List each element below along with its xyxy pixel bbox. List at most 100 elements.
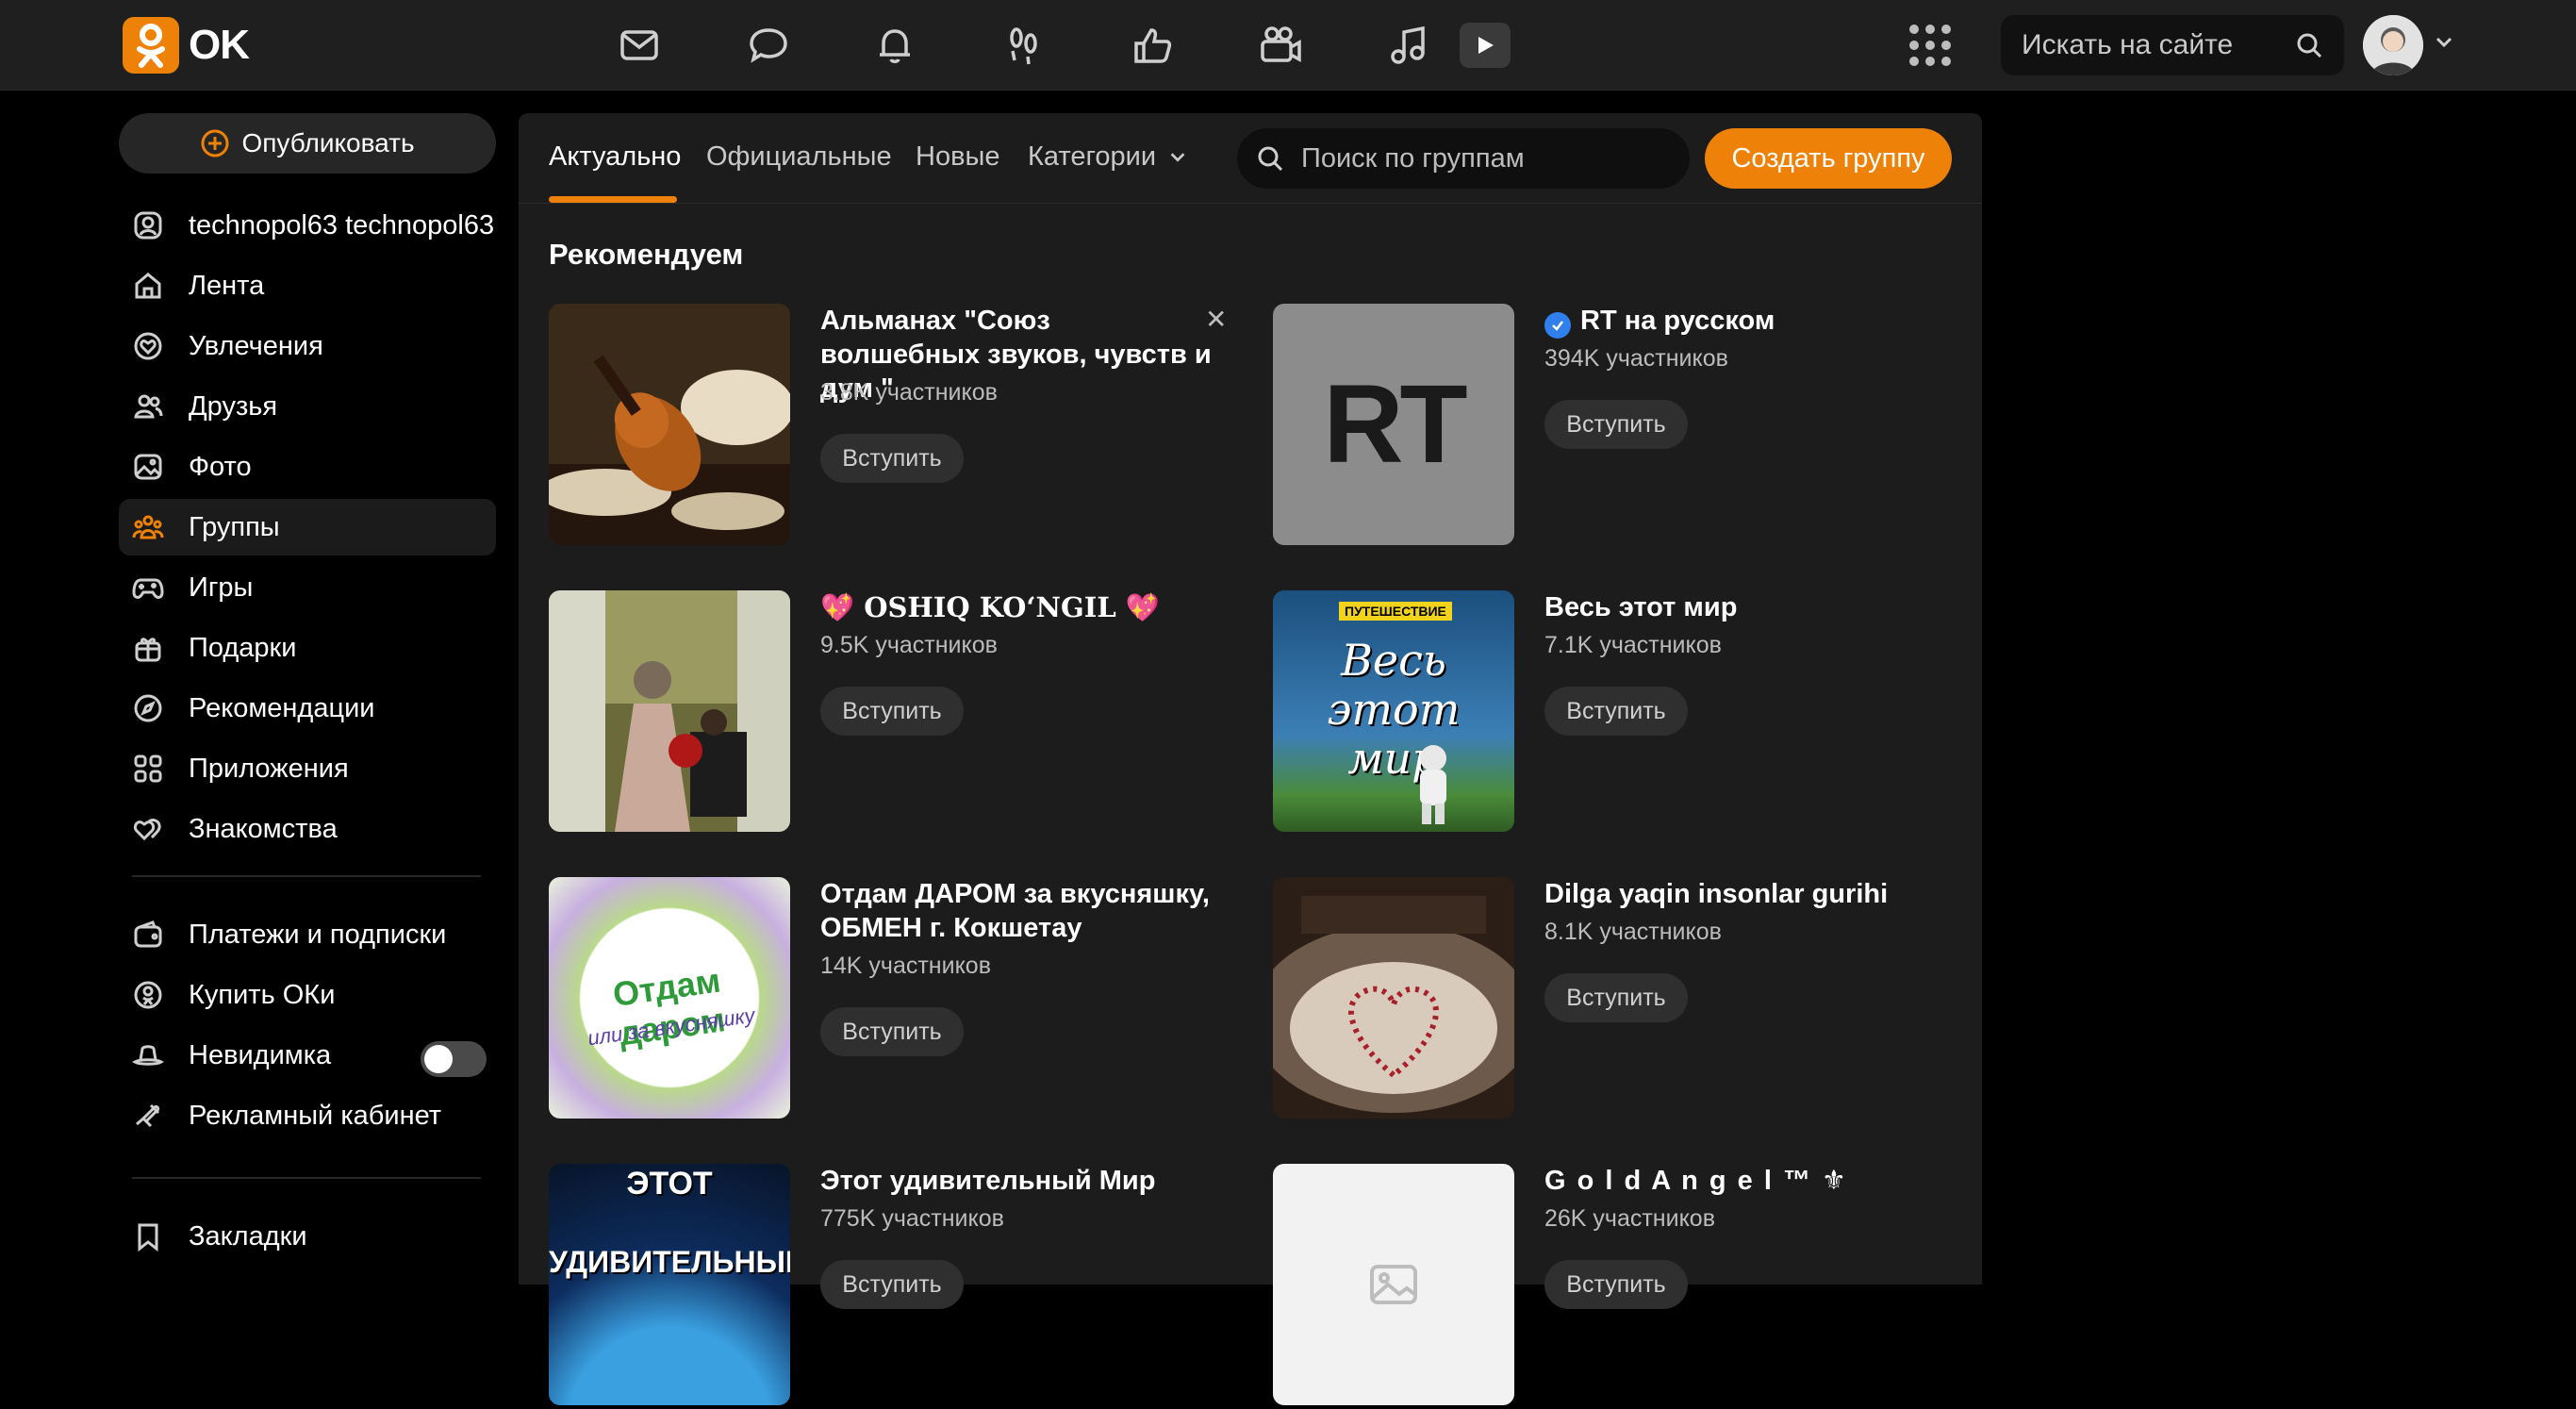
sidebar-item-feed[interactable]: Лента	[119, 257, 496, 314]
sidebar-item-photo[interactable]: Фото	[119, 439, 496, 495]
join-button[interactable]: Вступить	[820, 434, 964, 483]
group-title[interactable]: 💖 OSHIQ KOʻNGIL 💖	[820, 590, 1216, 624]
group-title[interactable]: Dilga yaqin insonlar gurihi	[1544, 877, 1940, 911]
group-card[interactable]: Отдам даром или за вкусняшку Отдам ДАРОМ…	[549, 877, 1247, 1122]
heart-circle-icon	[130, 328, 166, 364]
thumbnail-subtext: УДИВИТЕЛЬНЫЙ	[549, 1245, 790, 1279]
create-group-button[interactable]: Создать группу	[1705, 128, 1952, 189]
sidebar-item-label: Закладки	[189, 1220, 307, 1252]
group-card[interactable]: 💖 OSHIQ KOʻNGIL 💖 9.5K участников Вступи…	[549, 590, 1247, 836]
group-thumbnail[interactable]	[1273, 877, 1514, 1119]
tab-actual[interactable]: Актуально	[549, 141, 681, 173]
group-thumbnail[interactable]: ЭТОТ УДИВИТЕЛЬНЫЙ	[549, 1164, 790, 1405]
logo-text: OK	[189, 22, 250, 68]
group-card[interactable]: G o l d A n g e l ™ ⚜ 26K участников Вст…	[1273, 1164, 1971, 1409]
sidebar-item-payments[interactable]: Платежи и подписки	[119, 906, 496, 963]
tab-new[interactable]: Новые	[916, 141, 999, 173]
group-title[interactable]: RT на русском	[1544, 304, 1940, 339]
group-title[interactable]: Отдам ДАРОМ за вкусняшку, ОБМЕН г. Кокше…	[820, 877, 1216, 945]
join-button[interactable]: Вступить	[1544, 687, 1688, 736]
like-icon[interactable]	[1127, 19, 1180, 72]
footprints-icon[interactable]	[998, 19, 1050, 72]
sidebar-item-label: Лента	[189, 270, 265, 301]
video-camera-icon[interactable]	[1254, 19, 1307, 72]
sidebar-item-label: Группы	[189, 511, 280, 542]
site-search-input[interactable]: Искать на сайте	[2001, 15, 2344, 75]
group-card[interactable]: Альманах "Союз волшебных звуков, чувств …	[549, 304, 1247, 549]
tab-official[interactable]: Официальные	[706, 141, 892, 173]
group-thumbnail[interactable]	[549, 304, 790, 545]
group-card[interactable]: Dilga yaqin insonlar gurihi 8.1K участни…	[1273, 877, 1971, 1122]
sidebar-item-label: Знакомства	[189, 813, 338, 844]
bell-icon[interactable]	[868, 19, 921, 72]
group-thumbnail[interactable]: RT	[1273, 304, 1514, 545]
group-title-text: RT на русском	[1580, 306, 1775, 336]
sidebar-item-ad-cabinet[interactable]: Рекламный кабинет	[119, 1087, 496, 1144]
group-search-input[interactable]: Поиск по группам	[1237, 128, 1690, 189]
join-button[interactable]: Вступить	[1544, 973, 1688, 1022]
join-button[interactable]: Вступить	[820, 1007, 964, 1056]
friends-icon	[130, 389, 166, 424]
join-button[interactable]: Вступить	[820, 687, 964, 736]
sidebar-item-label: Увлечения	[189, 330, 323, 361]
ok-logo[interactable]: OK	[123, 17, 250, 74]
group-thumbnail[interactable]: Отдам даром или за вкусняшку	[549, 877, 790, 1119]
sidebar-item-label: Платежи и подписки	[189, 919, 447, 950]
group-members: 14K участников	[820, 953, 991, 979]
group-members: 26K участников	[1544, 1205, 1715, 1232]
sidebar-item-profile[interactable]: technopol63 technopol63	[119, 197, 496, 254]
sidebar-item-label: Игры	[189, 572, 254, 603]
top-bar: OK Искать на сайте	[0, 0, 2576, 91]
ok-logo-icon	[123, 17, 179, 74]
sidebar-item-bookmarks[interactable]: Закладки	[119, 1208, 496, 1265]
sidebar-item-gifts[interactable]: Подарки	[119, 620, 496, 676]
sidebar-item-games[interactable]: Игры	[119, 559, 496, 616]
publish-button[interactable]: Опубликовать	[119, 113, 496, 174]
group-title[interactable]: Весь этот мир	[1544, 590, 1940, 624]
sidebar-item-apps[interactable]: Приложения	[119, 740, 496, 797]
sidebar-item-groups[interactable]: Группы	[119, 499, 496, 555]
group-thumbnail[interactable]	[549, 590, 790, 832]
profile-icon	[130, 207, 166, 243]
thumbnail-text: ЭТОТ	[626, 1166, 713, 1202]
join-button[interactable]: Вступить	[1544, 1260, 1688, 1309]
group-card[interactable]: ЭТОТ УДИВИТЕЛЬНЫЙ Этот удивительный Мир …	[549, 1164, 1247, 1409]
join-button[interactable]: Вступить	[1544, 400, 1688, 449]
compass-icon	[130, 690, 166, 726]
apps-icon	[130, 751, 166, 787]
group-card[interactable]: ПУТЕШЕСТВИЕ Весь этот мир Весь этот мир …	[1273, 590, 1971, 836]
group-title[interactable]: Этот удивительный Мир	[820, 1164, 1216, 1198]
publish-label: Опубликовать	[241, 128, 415, 157]
sidebar-item-friends[interactable]: Друзья	[119, 378, 496, 435]
site-search-placeholder: Искать на сайте	[2022, 29, 2234, 60]
chevron-down-icon[interactable]	[2433, 30, 2455, 53]
search-icon	[1258, 146, 1283, 172]
sidebar-item-label: Невидимка	[189, 1039, 332, 1070]
music-icon[interactable]	[1381, 19, 1434, 72]
sidebar-item-label: Рекламный кабинет	[189, 1100, 442, 1131]
avatar[interactable]	[2363, 15, 2423, 75]
tab-categories[interactable]: Категории	[1028, 141, 1188, 173]
video-play-icon[interactable]	[1460, 23, 1511, 68]
sidebar-item-buy-oki[interactable]: Купить ОКи	[119, 967, 496, 1023]
sidebar-divider	[132, 1177, 481, 1179]
tab-categories-label: Категории	[1028, 141, 1157, 172]
close-icon[interactable]: ✕	[1205, 304, 1227, 335]
mail-icon[interactable]	[613, 19, 666, 72]
join-button[interactable]: Вступить	[820, 1260, 964, 1309]
group-title[interactable]: G o l d A n g e l ™ ⚜	[1544, 1164, 1940, 1198]
apps-grid-icon[interactable]	[1909, 25, 1951, 66]
group-members: 9.5K участников	[820, 632, 998, 658]
chat-icon[interactable]	[742, 19, 795, 72]
group-card[interactable]: RT RT на русском 394K участников Вступит…	[1273, 304, 1971, 549]
group-thumbnail[interactable]	[1273, 1164, 1514, 1405]
group-thumbnail[interactable]: ПУТЕШЕСТВИЕ Весь этот мир	[1273, 590, 1514, 832]
invisible-toggle[interactable]	[421, 1041, 487, 1077]
group-members: 7.1K участников	[1544, 632, 1722, 658]
sidebar-item-dating[interactable]: Знакомства	[119, 801, 496, 857]
search-icon[interactable]	[2295, 31, 2323, 59]
sidebar-item-recommendations[interactable]: Рекомендации	[119, 680, 496, 737]
sidebar-item-hobbies[interactable]: Увлечения	[119, 318, 496, 374]
plus-circle-icon	[201, 129, 229, 157]
active-tab-indicator	[549, 196, 677, 203]
